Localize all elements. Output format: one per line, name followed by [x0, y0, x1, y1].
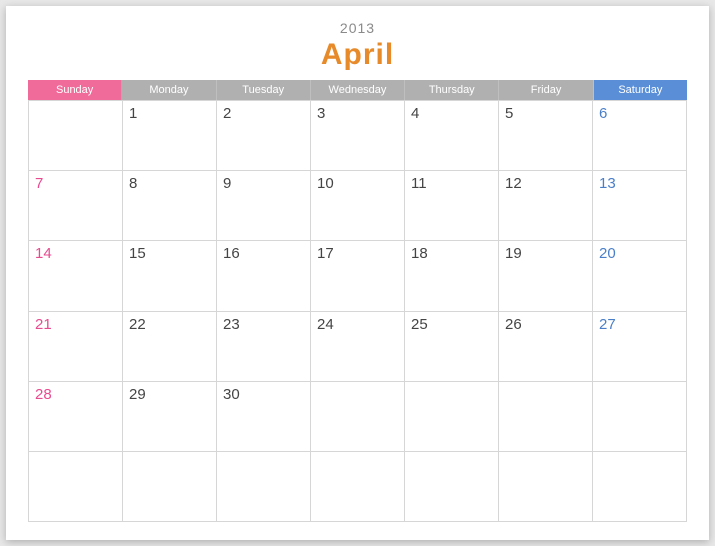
weekday-tuesday: Tuesday [217, 80, 311, 100]
year-label: 2013 [28, 20, 687, 36]
day-cell[interactable]: 10 [311, 171, 405, 241]
date-number: 1 [129, 105, 137, 122]
day-cell[interactable] [405, 452, 499, 522]
date-number: 26 [505, 316, 522, 333]
day-cell[interactable]: 4 [405, 101, 499, 171]
date-number: 15 [129, 245, 146, 262]
week-row [29, 452, 687, 522]
day-cell[interactable] [593, 382, 687, 452]
date-number: 13 [599, 175, 616, 192]
date-number: 21 [35, 316, 52, 333]
date-number: 17 [317, 245, 334, 262]
day-cell[interactable]: 24 [311, 312, 405, 382]
date-number: 9 [223, 175, 231, 192]
day-cell[interactable]: 21 [29, 312, 123, 382]
day-cell[interactable]: 17 [311, 241, 405, 311]
day-cell[interactable]: 22 [123, 312, 217, 382]
day-cell[interactable]: 6 [593, 101, 687, 171]
date-number: 2 [223, 105, 231, 122]
day-cell[interactable] [499, 452, 593, 522]
calendar-grid: 1 2 3 4 5 6 7 8 9 10 11 12 13 14 15 16 1… [28, 100, 687, 522]
day-cell[interactable]: 28 [29, 382, 123, 452]
day-cell[interactable]: 12 [499, 171, 593, 241]
date-number: 4 [411, 105, 419, 122]
day-cell[interactable]: 16 [217, 241, 311, 311]
date-number: 22 [129, 316, 146, 333]
day-cell[interactable] [29, 101, 123, 171]
date-number: 3 [317, 105, 325, 122]
week-row: 1 2 3 4 5 6 [29, 101, 687, 171]
day-cell[interactable]: 27 [593, 312, 687, 382]
day-cell[interactable] [217, 452, 311, 522]
day-cell[interactable]: 30 [217, 382, 311, 452]
day-cell[interactable] [311, 452, 405, 522]
day-cell[interactable]: 3 [311, 101, 405, 171]
date-number: 27 [599, 316, 616, 333]
weekday-monday: Monday [122, 80, 216, 100]
date-number: 30 [223, 386, 240, 403]
day-cell[interactable]: 2 [217, 101, 311, 171]
date-number: 29 [129, 386, 146, 403]
date-number: 5 [505, 105, 513, 122]
day-cell[interactable]: 25 [405, 312, 499, 382]
day-cell[interactable] [405, 382, 499, 452]
day-cell[interactable] [123, 452, 217, 522]
date-number: 10 [317, 175, 334, 192]
week-row: 28 29 30 [29, 382, 687, 452]
calendar-page: 2013 April Sunday Monday Tuesday Wednesd… [6, 6, 709, 540]
weekday-wednesday: Wednesday [311, 80, 405, 100]
week-row: 21 22 23 24 25 26 27 [29, 312, 687, 382]
date-number: 7 [35, 175, 43, 192]
day-cell[interactable]: 26 [499, 312, 593, 382]
date-number: 16 [223, 245, 240, 262]
day-cell[interactable]: 11 [405, 171, 499, 241]
day-cell[interactable]: 1 [123, 101, 217, 171]
weekday-friday: Friday [499, 80, 593, 100]
day-cell[interactable]: 29 [123, 382, 217, 452]
day-cell[interactable]: 20 [593, 241, 687, 311]
date-number: 28 [35, 386, 52, 403]
day-cell[interactable]: 13 [593, 171, 687, 241]
day-cell[interactable] [311, 382, 405, 452]
weekday-header-row: Sunday Monday Tuesday Wednesday Thursday… [28, 80, 687, 100]
day-cell[interactable] [29, 452, 123, 522]
day-cell[interactable]: 15 [123, 241, 217, 311]
date-number: 6 [599, 105, 607, 122]
date-number: 12 [505, 175, 522, 192]
weekday-saturday: Saturday [594, 80, 687, 100]
day-cell[interactable]: 8 [123, 171, 217, 241]
date-number: 24 [317, 316, 334, 333]
day-cell[interactable]: 7 [29, 171, 123, 241]
date-number: 23 [223, 316, 240, 333]
day-cell[interactable]: 19 [499, 241, 593, 311]
day-cell[interactable] [499, 382, 593, 452]
day-cell[interactable] [593, 452, 687, 522]
day-cell[interactable]: 9 [217, 171, 311, 241]
week-row: 14 15 16 17 18 19 20 [29, 241, 687, 311]
day-cell[interactable]: 5 [499, 101, 593, 171]
weekday-thursday: Thursday [405, 80, 499, 100]
day-cell[interactable]: 18 [405, 241, 499, 311]
date-number: 8 [129, 175, 137, 192]
date-number: 20 [599, 245, 616, 262]
date-number: 14 [35, 245, 52, 262]
date-number: 25 [411, 316, 428, 333]
weekday-sunday: Sunday [28, 80, 122, 100]
week-row: 7 8 9 10 11 12 13 [29, 171, 687, 241]
day-cell[interactable]: 23 [217, 312, 311, 382]
date-number: 11 [411, 175, 427, 192]
date-number: 19 [505, 245, 522, 262]
month-label: April [28, 38, 687, 72]
date-number: 18 [411, 245, 428, 262]
day-cell[interactable]: 14 [29, 241, 123, 311]
